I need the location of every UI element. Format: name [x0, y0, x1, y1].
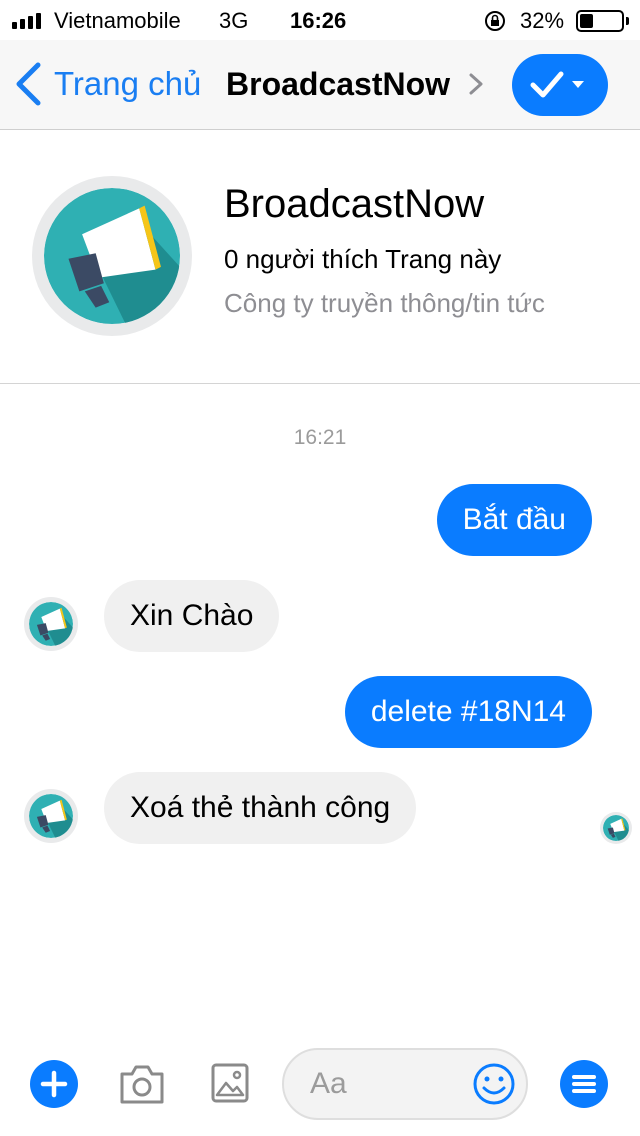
message-composer: [0, 1040, 640, 1136]
page-category: Công ty truyền thông/tin tức: [224, 288, 545, 318]
status-time: 16:26: [290, 8, 347, 33]
megaphone-logo-icon: [29, 794, 73, 838]
chevron-right-icon: [469, 73, 483, 95]
seen-receipt-avatar: [600, 812, 632, 844]
checkmark-dropdown-icon: [530, 71, 584, 98]
page-info-header: BroadcastNow 0 người thích Trang này Côn…: [0, 130, 640, 384]
outgoing-message-bubble[interactable]: Bắt đầu: [436, 484, 592, 556]
back-label: Trang chủ: [54, 65, 202, 102]
menu-icon: [572, 1075, 596, 1093]
page-name: BroadcastNow: [224, 182, 485, 226]
incoming-message-bubble[interactable]: Xin Chào: [104, 580, 280, 652]
back-button[interactable]: Trang chủ: [14, 62, 201, 106]
page-likes: 0 người thích Trang này: [224, 244, 502, 274]
megaphone-logo-icon: [44, 188, 180, 324]
conversation-title[interactable]: BroadcastNow: [226, 66, 450, 103]
camera-icon[interactable]: [118, 1062, 166, 1106]
battery-percent: 32%: [520, 8, 565, 33]
network-type: 3G: [219, 8, 249, 33]
outgoing-message-bubble[interactable]: delete #18N14: [344, 676, 592, 748]
battery-tip: [626, 17, 629, 25]
sender-avatar[interactable]: [24, 597, 78, 651]
message-input[interactable]: [310, 1064, 460, 1104]
persistent-menu-button[interactable]: [560, 1060, 608, 1108]
battery-level: [580, 14, 593, 28]
status-bar: Vietnamobile 3G 16:26 32%: [0, 0, 640, 40]
page-avatar[interactable]: [32, 176, 192, 336]
sender-avatar[interactable]: [24, 789, 78, 843]
emoji-icon[interactable]: [472, 1062, 516, 1106]
chevron-left-icon: [16, 62, 41, 106]
message-timestamp: 16:21: [293, 426, 347, 449]
plus-icon: [40, 1070, 68, 1098]
message-input-container[interactable]: [282, 1048, 528, 1120]
more-actions-button[interactable]: [30, 1060, 78, 1108]
rotation-lock-icon: [485, 11, 505, 31]
navigation-bar: Trang chủ BroadcastNow: [0, 40, 640, 130]
battery-icon: [576, 10, 624, 32]
image-icon[interactable]: [210, 1062, 250, 1104]
subscribe-toggle-button[interactable]: [512, 54, 608, 116]
megaphone-logo-icon: [603, 815, 629, 841]
carrier-name: Vietnamobile: [54, 8, 181, 33]
megaphone-logo-icon: [29, 602, 73, 646]
incoming-message-bubble[interactable]: Xoá thẻ thành công: [104, 772, 417, 844]
signal-strength-icon: [12, 11, 41, 29]
